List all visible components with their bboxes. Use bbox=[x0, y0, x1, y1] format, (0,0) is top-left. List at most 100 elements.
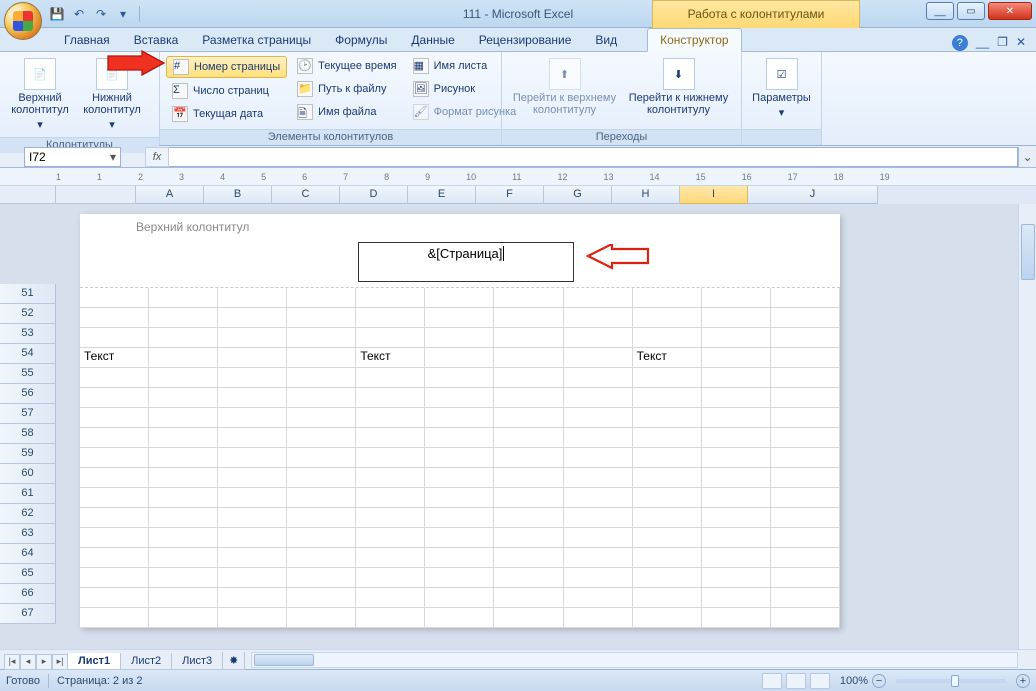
cell[interactable] bbox=[356, 568, 425, 588]
cell[interactable] bbox=[771, 428, 840, 448]
cell[interactable] bbox=[702, 388, 771, 408]
cell[interactable] bbox=[425, 448, 494, 468]
cell[interactable] bbox=[218, 548, 287, 568]
cell[interactable] bbox=[149, 328, 218, 348]
maximize-button[interactable]: ▭ bbox=[957, 2, 985, 20]
cell[interactable] bbox=[80, 488, 149, 508]
cell[interactable] bbox=[494, 528, 563, 548]
cell[interactable] bbox=[564, 388, 633, 408]
sheet-tab[interactable]: Лист3 bbox=[171, 653, 223, 670]
cell[interactable] bbox=[564, 508, 633, 528]
cell[interactable] bbox=[702, 428, 771, 448]
minimize-button[interactable]: __ bbox=[926, 2, 954, 20]
column-header[interactable]: D bbox=[340, 186, 408, 204]
cell[interactable] bbox=[702, 508, 771, 528]
cell[interactable] bbox=[287, 388, 356, 408]
cell[interactable] bbox=[702, 348, 771, 368]
cell[interactable] bbox=[425, 548, 494, 568]
cell[interactable]: Текст bbox=[356, 348, 425, 368]
cell[interactable] bbox=[218, 308, 287, 328]
cell[interactable] bbox=[771, 488, 840, 508]
cell[interactable] bbox=[356, 368, 425, 388]
tab-pagelayout[interactable]: Разметка страницы bbox=[190, 29, 323, 51]
new-sheet-tab[interactable]: ✸ bbox=[222, 652, 245, 670]
footer-button[interactable]: 📄 Нижний колонтитул▾ bbox=[78, 56, 146, 133]
expand-formula-icon[interactable]: ⌄ bbox=[1018, 147, 1036, 167]
cell[interactable] bbox=[80, 468, 149, 488]
cell[interactable] bbox=[218, 368, 287, 388]
cell[interactable] bbox=[702, 448, 771, 468]
vertical-scrollbar[interactable] bbox=[1018, 204, 1036, 649]
file-name-button[interactable]: 🗎Имя файла bbox=[291, 102, 402, 122]
cell[interactable] bbox=[287, 288, 356, 308]
cell[interactable] bbox=[494, 468, 563, 488]
cell[interactable] bbox=[564, 308, 633, 328]
cell[interactable] bbox=[771, 368, 840, 388]
cell[interactable] bbox=[356, 408, 425, 428]
cell[interactable] bbox=[287, 528, 356, 548]
cell[interactable] bbox=[771, 588, 840, 608]
save-icon[interactable]: 💾 bbox=[48, 5, 66, 23]
cell[interactable] bbox=[425, 488, 494, 508]
cell[interactable] bbox=[771, 308, 840, 328]
cell[interactable] bbox=[80, 368, 149, 388]
cell[interactable] bbox=[356, 608, 425, 628]
row-header[interactable]: 64 bbox=[0, 544, 56, 564]
row-header[interactable]: 67 bbox=[0, 604, 56, 624]
current-time-button[interactable]: 🕑Текущее время bbox=[291, 56, 402, 76]
cell[interactable] bbox=[564, 448, 633, 468]
cell[interactable] bbox=[564, 588, 633, 608]
cell[interactable] bbox=[218, 508, 287, 528]
cell[interactable] bbox=[218, 328, 287, 348]
cell[interactable] bbox=[702, 308, 771, 328]
row-header[interactable]: 55 bbox=[0, 364, 56, 384]
column-header[interactable]: B bbox=[204, 186, 272, 204]
row-header[interactable]: 52 bbox=[0, 304, 56, 324]
cell[interactable] bbox=[633, 608, 702, 628]
header-center-input[interactable]: &[Страница] bbox=[358, 242, 574, 282]
cell[interactable] bbox=[771, 448, 840, 468]
cell[interactable] bbox=[287, 588, 356, 608]
cell[interactable] bbox=[218, 388, 287, 408]
cell[interactable] bbox=[564, 528, 633, 548]
cell[interactable] bbox=[149, 468, 218, 488]
sheet-name-button[interactable]: ▦Имя листа bbox=[407, 56, 523, 76]
cell[interactable] bbox=[564, 488, 633, 508]
cell[interactable] bbox=[80, 428, 149, 448]
cell[interactable] bbox=[287, 468, 356, 488]
cell[interactable] bbox=[771, 548, 840, 568]
row-header[interactable]: 58 bbox=[0, 424, 56, 444]
cell[interactable] bbox=[425, 468, 494, 488]
cell[interactable] bbox=[149, 568, 218, 588]
column-header[interactable]: G bbox=[544, 186, 612, 204]
cell[interactable] bbox=[425, 308, 494, 328]
cell[interactable] bbox=[80, 288, 149, 308]
cell[interactable] bbox=[494, 408, 563, 428]
column-header[interactable]: I bbox=[680, 186, 748, 204]
tab-view[interactable]: Вид bbox=[583, 29, 629, 51]
cell[interactable] bbox=[287, 348, 356, 368]
name-box[interactable]: I72▾ bbox=[24, 147, 121, 167]
cell[interactable] bbox=[771, 608, 840, 628]
cell[interactable] bbox=[564, 468, 633, 488]
column-header[interactable]: E bbox=[408, 186, 476, 204]
cell[interactable] bbox=[356, 328, 425, 348]
cell[interactable] bbox=[356, 428, 425, 448]
cell[interactable] bbox=[633, 468, 702, 488]
undo-icon[interactable]: ↶ bbox=[70, 5, 88, 23]
mdi-close-icon[interactable]: ✕ bbox=[1016, 35, 1026, 51]
cell[interactable] bbox=[287, 328, 356, 348]
cell[interactable] bbox=[80, 608, 149, 628]
cell[interactable] bbox=[494, 368, 563, 388]
mdi-restore-icon[interactable]: ❐ bbox=[997, 35, 1008, 51]
cell[interactable] bbox=[149, 488, 218, 508]
sheet-tab[interactable]: Лист2 bbox=[120, 653, 172, 670]
cell[interactable] bbox=[218, 448, 287, 468]
cell[interactable] bbox=[633, 508, 702, 528]
cell[interactable] bbox=[149, 548, 218, 568]
cell[interactable] bbox=[771, 408, 840, 428]
page-number-button[interactable]: #Номер страницы bbox=[166, 56, 287, 78]
cell[interactable] bbox=[80, 408, 149, 428]
tab-home[interactable]: Главная bbox=[52, 29, 122, 51]
cell[interactable] bbox=[425, 328, 494, 348]
